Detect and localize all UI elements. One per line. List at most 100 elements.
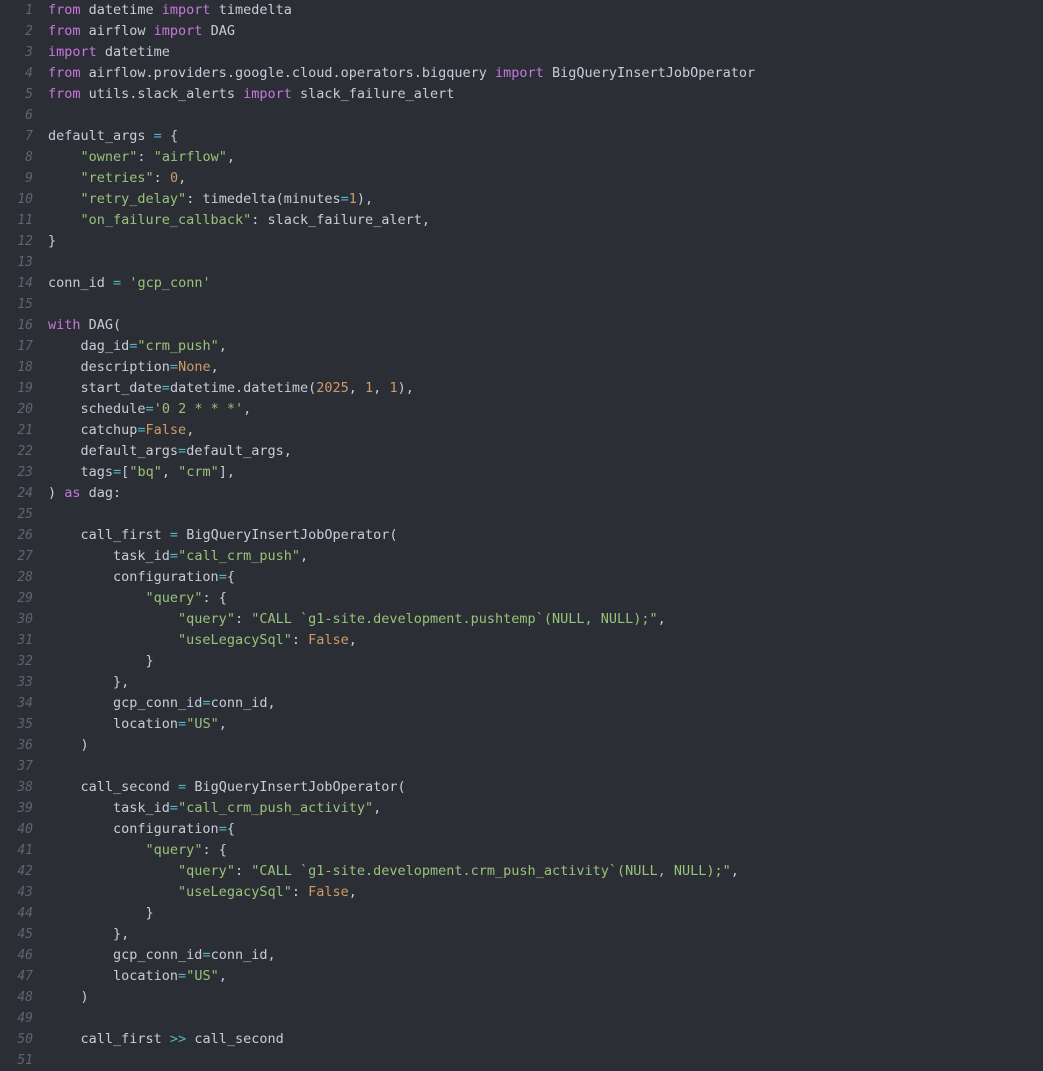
code-token: start_date [48,380,162,396]
code-token: default_args [48,443,179,459]
code-token: , [178,170,187,186]
code-line[interactable]: 44 } [0,903,1043,924]
code-token: } [48,905,154,921]
code-token: "CALL `g1-site.development.crm_push_acti… [251,863,731,879]
code-line[interactable]: 32 } [0,651,1043,672]
code-text: call_second = BigQueryInsertJobOperator( [48,777,406,798]
line-number: 13 [17,255,33,270]
code-line[interactable]: 36 ) [0,735,1043,756]
line-number: 45 [17,927,33,942]
code-line[interactable]: 1 from datetime import timedelta [0,0,1043,21]
code-line[interactable]: 18 description=None, [0,357,1043,378]
code-token: : [234,863,252,879]
code-line[interactable]: 4 from airflow.providers.google.cloud.ope… [0,63,1043,84]
line-number: 27 [17,549,33,564]
code-token: = [137,422,146,438]
code-line[interactable]: 37 [0,756,1043,777]
code-line[interactable]: 19 start_date=datetime.datetime(2025, 1,… [0,378,1043,399]
code-text: } [48,903,154,924]
code-line[interactable]: 11 "on_failure_callback": slack_failure_… [0,210,1043,231]
code-line[interactable]: 38 call_second = BigQueryInsertJobOperat… [0,777,1043,798]
code-line[interactable]: 27 task_id="call_crm_push", [0,546,1043,567]
code-line[interactable]: 29 "query": { [0,588,1043,609]
code-line[interactable]: 26 call_first = BigQueryInsertJobOperato… [0,525,1043,546]
code-token: , [218,338,227,354]
code-token: "crm_push" [137,338,219,354]
code-line[interactable]: 25 [0,504,1043,525]
code-line[interactable]: 24) as dag: [0,483,1043,504]
code-line[interactable]: 30 "query": "CALL `g1-site.development.p… [0,609,1043,630]
code-line[interactable]: 35 location="US", [0,714,1043,735]
code-text: location="US", [48,714,227,735]
code-line[interactable]: 10 "retry_delay": timedelta(minutes=1), [0,189,1043,210]
code-token: 1 [365,380,374,396]
code-line[interactable]: 47 location="US", [0,966,1043,987]
line-number: 8 [25,150,33,165]
code-line[interactable]: 31 "useLegacySql": False, [0,630,1043,651]
code-token: , [218,968,227,984]
code-line[interactable]: 8 "owner": "airflow", [0,147,1043,168]
code-token: from [48,86,81,102]
code-line[interactable]: 42 "query": "CALL `g1-site.development.c… [0,861,1043,882]
code-token: : [153,170,170,186]
code-line[interactable]: 40 configuration={ [0,819,1043,840]
line-number: 47 [17,969,33,984]
code-token: from [48,2,81,18]
code-token: "query" [178,611,235,627]
code-line[interactable]: 13 [0,252,1043,273]
code-text: ) [48,987,89,1008]
code-token: , [218,716,227,732]
code-text: "query": { [48,588,227,609]
code-token: = [145,401,154,417]
code-line[interactable]: 16 with DAG( [0,315,1043,336]
code-line[interactable]: 17 dag_id="crm_push", [0,336,1043,357]
code-line[interactable]: 6 [0,105,1043,126]
code-line[interactable]: 22 default_args=default_args, [0,441,1043,462]
code-token: }, [48,674,130,690]
code-token: import [495,65,544,81]
code-editor[interactable]: 1 from datetime import timedelta 2 from air… [0,0,1043,1068]
line-number: 16 [17,318,33,333]
code-line[interactable]: 48 ) [0,987,1043,1008]
code-line[interactable]: 9 "retries": 0, [0,168,1043,189]
line-number: 40 [17,822,33,837]
code-line[interactable]: 49 [0,1008,1043,1029]
code-line[interactable]: 15 [0,294,1043,315]
code-token: 1 [389,380,398,396]
code-line[interactable]: 39 task_id="call_crm_push_activity", [0,798,1043,819]
code-token: , [226,149,235,165]
code-token: DAG [202,23,235,39]
code-line[interactable]: 20 schedule='0 2 * * *', [0,399,1043,420]
code-text: }, [48,672,129,693]
code-token: = [169,800,179,816]
code-line[interactable]: 50 call_first >> call_second [0,1029,1043,1050]
line-number: 29 [17,591,33,606]
code-line[interactable]: 51 [0,1050,1043,1071]
code-line[interactable]: 45 }, [0,924,1043,945]
code-line[interactable]: 7 default_args = { [0,126,1043,147]
code-token: , [730,863,739,879]
code-text: "query": { [48,840,227,861]
code-line[interactable]: 3 import datetime [0,42,1043,63]
code-text: from datetime import timedelta [48,0,292,21]
code-line[interactable]: 41 "query": { [0,840,1043,861]
code-line[interactable]: 28 configuration={ [0,567,1043,588]
code-token: "retries" [80,170,154,186]
code-line[interactable]: 33 }, [0,672,1043,693]
code-line[interactable]: 23 tags=["bq", "crm"], [0,462,1043,483]
code-line[interactable]: 46 gcp_conn_id=conn_id, [0,945,1043,966]
code-line[interactable]: 34 gcp_conn_id=conn_id, [0,693,1043,714]
code-line[interactable]: 14 conn_id = 'gcp_conn' [0,273,1043,294]
code-text: } [48,231,56,252]
code-line[interactable]: 43 "useLegacySql": False, [0,882,1043,903]
code-line[interactable]: 2 from airflow import DAG [0,21,1043,42]
line-number: 19 [17,381,33,396]
line-number: 2 [25,24,33,39]
code-line[interactable]: 5 from utils.slack_alerts import slack_fa… [0,84,1043,105]
line-number: 25 [17,507,33,522]
code-line[interactable]: 21 catchup=False, [0,420,1043,441]
code-line[interactable]: 12} [0,231,1043,252]
line-number: 37 [17,759,33,774]
code-text: } [48,651,154,672]
code-text: "retries": 0, [48,168,187,189]
